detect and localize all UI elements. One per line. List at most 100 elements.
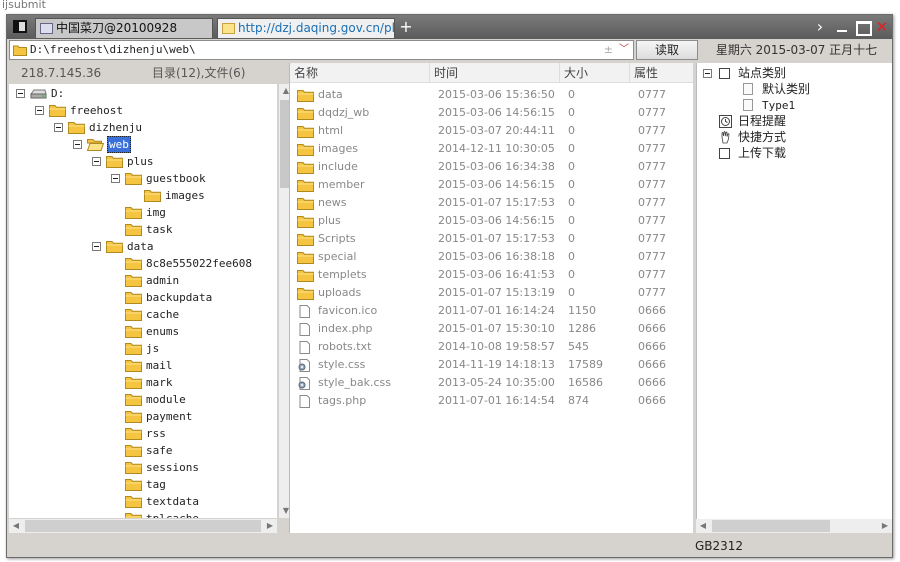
tree-item[interactable]: backupdata: [9, 289, 277, 306]
collapse-icon[interactable]: [92, 242, 101, 251]
scroll-right-icon[interactable]: ▶: [263, 519, 277, 533]
path-input[interactable]: D:\freehost\dizhenju\web\ ± ﹀: [9, 40, 634, 60]
file-row[interactable]: style.css 2014-11-19 14:18:13 17589 0666: [290, 356, 693, 374]
collapse-icon[interactable]: [703, 69, 712, 78]
file-name: templets: [318, 268, 367, 281]
file-attr: 0666: [638, 394, 666, 407]
file-row[interactable]: uploads 2015-01-07 15:13:19 0 0777: [290, 284, 693, 302]
file-row[interactable]: special 2015-03-06 16:38:18 0 0777: [290, 248, 693, 266]
favorite-icon[interactable]: ±: [604, 41, 613, 59]
read-button[interactable]: 读取: [636, 40, 698, 60]
site-item[interactable]: 站点类别: [697, 65, 892, 82]
tree-item[interactable]: payment: [9, 408, 277, 425]
tree-item[interactable]: images: [9, 187, 277, 204]
tree-item[interactable]: enums: [9, 323, 277, 340]
collapse-icon[interactable]: [92, 157, 101, 166]
file-name: html: [318, 124, 344, 137]
hand-icon: [719, 131, 732, 144]
site-item[interactable]: 上传下载: [697, 145, 892, 162]
site-item-label: 日程提醒: [738, 114, 787, 128]
collapse-icon[interactable]: [35, 106, 44, 115]
file-row[interactable]: robots.txt 2014-10-08 19:58:57 545 0666: [290, 338, 693, 356]
file-row[interactable]: news 2015-01-07 15:17:53 0 0777: [290, 194, 693, 212]
chevron-down-icon[interactable]: ﹀: [619, 41, 629, 59]
tree-item[interactable]: D:: [9, 85, 277, 102]
next-tab-button[interactable]: ›: [811, 18, 829, 36]
file-time: 2015-03-06 15:36:50: [438, 88, 555, 101]
tree-item[interactable]: web: [9, 136, 277, 153]
tree-item[interactable]: rss: [9, 425, 277, 442]
file-row[interactable]: include 2015-03-06 16:34:38 0 0777: [290, 158, 693, 176]
add-tab-button[interactable]: +: [399, 18, 413, 36]
directory-tree[interactable]: D: freehost dizhenju web plus guestbook images…: [9, 84, 277, 518]
file-row[interactable]: dqdzj_wb 2015-03-06 14:56:15 0 0777: [290, 104, 693, 122]
file-row[interactable]: html 2015-03-07 20:44:11 0 0777: [290, 122, 693, 140]
tree-item[interactable]: mail: [9, 357, 277, 374]
tree-horizontal-scrollbar[interactable]: ◀ ▶: [9, 519, 277, 533]
file-icon: [297, 323, 312, 336]
file-row[interactable]: style_bak.css 2013-05-24 10:35:00 16586 066…: [290, 374, 693, 392]
scroll-left-icon[interactable]: ◀: [696, 519, 710, 533]
file-row[interactable]: Scripts 2015-01-07 15:17:53 0 0777: [290, 230, 693, 248]
file-time: 2015-01-07 15:13:19: [438, 286, 555, 299]
file-row[interactable]: plus 2015-03-06 14:56:15 0 0777: [290, 212, 693, 230]
folder-icon: [125, 427, 142, 440]
window-icon[interactable]: [13, 20, 27, 33]
tree-item[interactable]: admin: [9, 272, 277, 289]
tree-item[interactable]: module: [9, 391, 277, 408]
scroll-left-icon[interactable]: ◀: [9, 519, 23, 533]
file-size: 0: [568, 124, 575, 137]
collapse-icon[interactable]: [16, 89, 25, 98]
file-row[interactable]: favicon.ico 2011-07-01 16:14:24 1150 0666: [290, 302, 693, 320]
tree-item[interactable]: cache: [9, 306, 277, 323]
maximize-button[interactable]: [853, 18, 872, 36]
tree-item-label: mail: [146, 359, 173, 372]
column-attr[interactable]: 属性: [630, 63, 693, 83]
tree-item[interactable]: dizhenju: [9, 119, 277, 136]
tree-item[interactable]: guestbook: [9, 170, 277, 187]
tree-item[interactable]: img: [9, 204, 277, 221]
folder-icon: [125, 359, 142, 372]
tree-item[interactable]: tag: [9, 476, 277, 493]
tree-item[interactable]: tplcache: [9, 510, 277, 518]
file-row[interactable]: index.php 2015-01-07 15:30:10 1286 0666: [290, 320, 693, 338]
file-row[interactable]: tags.php 2011-07-01 16:14:54 874 0666: [290, 392, 693, 410]
collapse-icon[interactable]: [54, 123, 63, 132]
minimize-button[interactable]: [833, 18, 851, 36]
close-button[interactable]: ✕: [873, 18, 891, 36]
file-time: 2015-03-06 14:56:15: [438, 214, 555, 227]
site-item[interactable]: 快捷方式: [697, 129, 892, 146]
tab-main[interactable]: 中国菜刀@20100928: [35, 18, 213, 38]
tree-item[interactable]: sessions: [9, 459, 277, 476]
folder-icon: [125, 291, 142, 304]
tab-site[interactable]: http://dzj.daqing.gov.cn/plus...: [217, 18, 395, 38]
scroll-thumb[interactable]: [712, 520, 830, 532]
tree-item[interactable]: plus: [9, 153, 277, 170]
site-item[interactable]: Type1: [697, 97, 892, 114]
scroll-right-icon[interactable]: ▶: [878, 519, 892, 533]
tree-item[interactable]: data: [9, 238, 277, 255]
file-name: news: [318, 196, 347, 209]
file-row[interactable]: images 2014-12-11 10:30:05 0 0777: [290, 140, 693, 158]
column-name[interactable]: 名称: [290, 63, 430, 83]
tree-item[interactable]: js: [9, 340, 277, 357]
file-row[interactable]: templets 2015-03-06 16:41:53 0 0777: [290, 266, 693, 284]
collapse-icon[interactable]: [73, 140, 82, 149]
tree-item[interactable]: freehost: [9, 102, 277, 119]
tree-item[interactable]: textdata: [9, 493, 277, 510]
file-row[interactable]: data 2015-03-06 15:36:50 0 0777: [290, 86, 693, 104]
tree-item[interactable]: safe: [9, 442, 277, 459]
scroll-thumb[interactable]: [25, 520, 261, 532]
tree-item-label: cache: [146, 308, 180, 321]
site-item[interactable]: 默认类别: [697, 81, 892, 98]
folder-icon: [125, 274, 142, 287]
column-size[interactable]: 大小: [560, 63, 630, 83]
site-item[interactable]: 日程提醒: [697, 113, 892, 130]
collapse-icon[interactable]: [111, 174, 120, 183]
tree-item[interactable]: task: [9, 221, 277, 238]
column-time[interactable]: 时间: [430, 63, 560, 83]
tree-item[interactable]: mark: [9, 374, 277, 391]
tree-item[interactable]: 8c8e555022fee608: [9, 255, 277, 272]
site-horizontal-scrollbar[interactable]: ◀ ▶: [696, 519, 892, 533]
file-row[interactable]: member 2015-03-06 14:56:15 0 0777: [290, 176, 693, 194]
